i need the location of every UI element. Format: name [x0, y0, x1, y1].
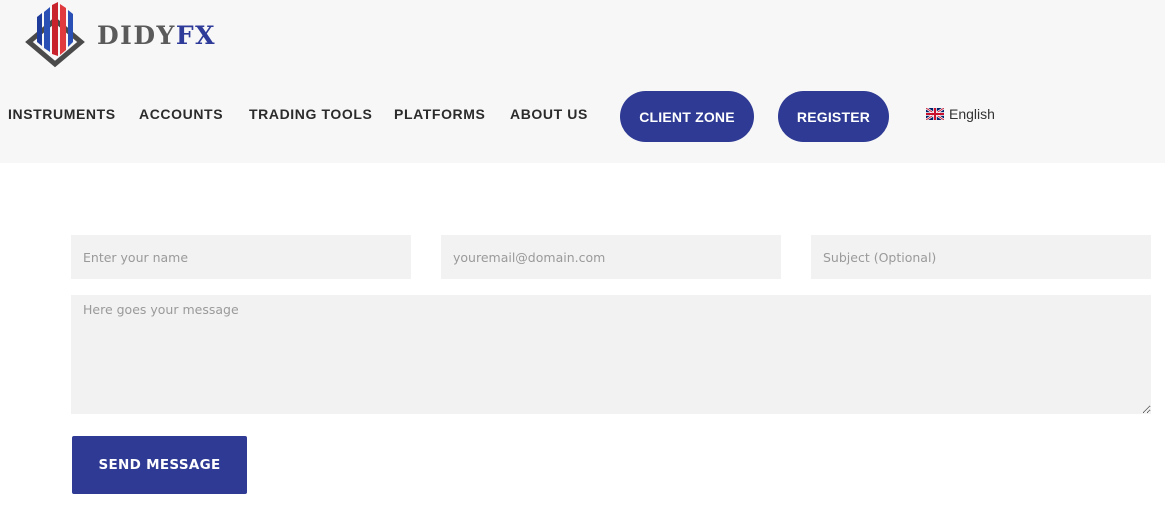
language-selector[interactable]: English [926, 106, 995, 122]
nav-instruments[interactable]: INSTRUMENTS [8, 106, 116, 122]
nav-platforms[interactable]: PLATFORMS [394, 106, 485, 122]
send-message-button[interactable]: SEND MESSAGE [72, 436, 247, 494]
email-input[interactable] [441, 235, 781, 279]
brand-name-part2: FX [175, 20, 217, 50]
didyfx-logo-icon [25, 2, 85, 68]
brand-name-part1: DIDY [97, 20, 176, 50]
register-button[interactable]: REGISTER [778, 91, 889, 142]
subject-input[interactable] [811, 235, 1151, 279]
brand-name: DIDYFX [97, 23, 216, 48]
site-header: DIDYFX INSTRUMENTS ACCOUNTS TRADING TOOL… [0, 0, 1165, 163]
uk-flag-icon [926, 108, 944, 120]
nav-accounts[interactable]: ACCOUNTS [139, 106, 223, 122]
name-input[interactable] [71, 235, 411, 279]
message-textarea[interactable] [71, 295, 1151, 414]
client-zone-button[interactable]: CLIENT ZONE [620, 91, 754, 142]
logo[interactable]: DIDYFX [25, 2, 216, 68]
nav-about-us[interactable]: ABOUT US [510, 106, 588, 122]
nav-trading-tools[interactable]: TRADING TOOLS [249, 106, 372, 122]
language-label: English [949, 106, 995, 122]
